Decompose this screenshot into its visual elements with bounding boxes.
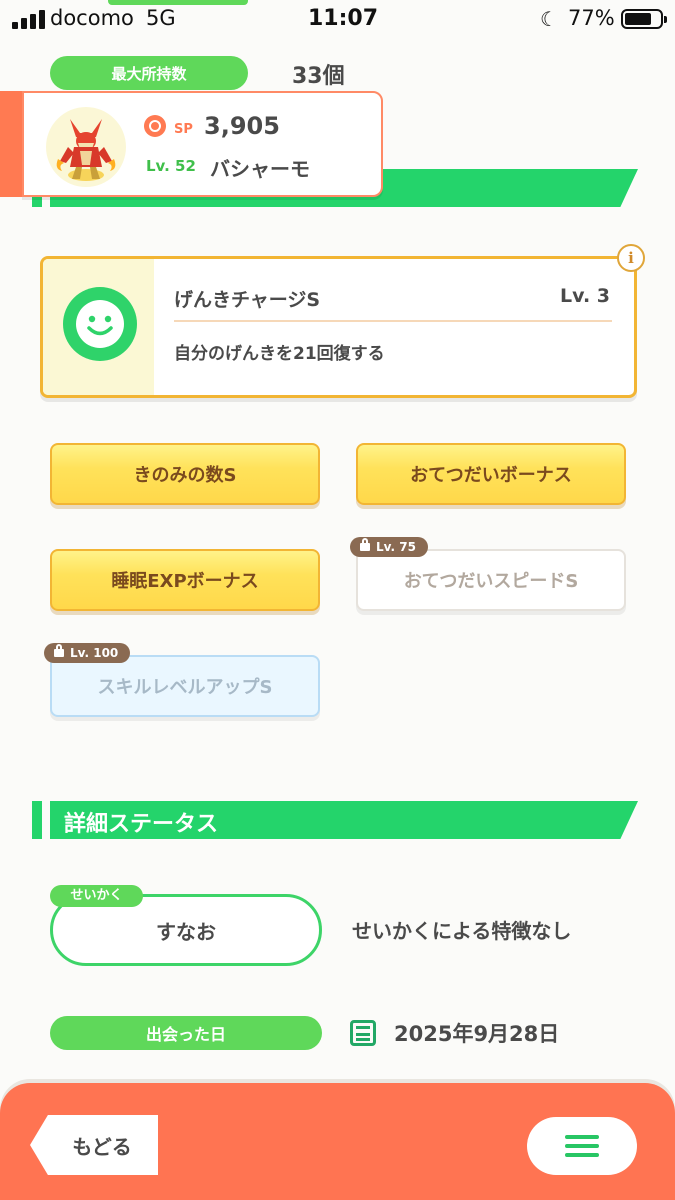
- nature-value: すなお: [156, 919, 216, 944]
- section-title: 詳細ステータス: [64, 812, 219, 837]
- nature-description: せいかくによる特徴なし: [352, 919, 572, 943]
- max-holding-label: 最大所持数: [50, 56, 248, 90]
- main-skill-card[interactable]: げんきチャージS Lv. 3 自分のげんきを21回復する: [40, 256, 637, 398]
- met-date-label: 出会った日: [50, 1016, 322, 1050]
- moon-icon: ☾: [540, 7, 558, 31]
- pokemon-level: Lv. 52: [146, 157, 196, 175]
- battery-fill: [625, 13, 651, 25]
- menu-button[interactable]: [527, 1117, 637, 1175]
- battery-percent: 77%: [568, 6, 615, 30]
- sub-skill-label: おてつだいスピードS: [403, 571, 579, 592]
- locked-sub-skill-button[interactable]: おてつだいスピードS: [356, 549, 626, 611]
- sub-skill-label: スキルレベルアップS: [97, 677, 273, 698]
- battery-icon: [621, 9, 667, 29]
- back-button[interactable]: もどる: [30, 1115, 158, 1175]
- lock-icon: [360, 538, 370, 551]
- network-type: 5G: [146, 6, 176, 30]
- main-skill-level: Lv. 3: [560, 285, 610, 307]
- status-time: 11:07: [308, 6, 379, 31]
- carrier-name: docomo: [50, 6, 134, 30]
- main-skill-description: 自分のげんきを21回復する: [174, 344, 385, 364]
- met-date-value: 2025年9月28日: [394, 1022, 560, 1046]
- max-holding-value: 33個: [292, 64, 345, 89]
- blaziken-icon: [56, 119, 116, 181]
- sp-icon: [144, 115, 166, 137]
- sub-skill-label: きのみの数S: [133, 465, 237, 486]
- unlock-level-badge: Lv. 75: [350, 537, 428, 557]
- unlock-level-badge: Lv. 100: [44, 643, 131, 663]
- pokemon-avatar: [46, 107, 126, 187]
- sp-value: 3,905: [204, 112, 280, 140]
- sub-skill-label: 睡眠EXPボーナス: [111, 571, 259, 592]
- skill-icon-panel: [43, 259, 154, 395]
- pokemon-summary-card[interactable]: SP 3,905 Lv. 52 バシャーモ: [22, 91, 383, 197]
- main-skill-name: げんきチャージS: [174, 289, 321, 311]
- pokemon-name: バシャーモ: [210, 157, 310, 181]
- signal-icon: [12, 10, 45, 29]
- sub-skill-button[interactable]: きのみの数S: [50, 443, 320, 505]
- calendar-icon: [350, 1020, 376, 1046]
- locked-sub-skill-button[interactable]: スキルレベルアップS: [50, 655, 320, 717]
- status-bar: docomo 5G 11:07 ☾ 77%: [0, 0, 675, 40]
- scrolled-element-edge: [108, 0, 248, 5]
- sp-label: SP: [174, 122, 193, 137]
- back-label: もどる: [72, 1134, 132, 1159]
- menu-icon: [565, 1135, 599, 1157]
- sub-skill-label: おてつだいボーナス: [410, 465, 572, 486]
- lock-icon: [54, 644, 64, 657]
- smile-icon: [63, 287, 137, 361]
- divider: [174, 320, 612, 322]
- sub-skill-button[interactable]: おてつだいボーナス: [356, 443, 626, 505]
- info-button[interactable]: i: [617, 244, 645, 272]
- nature-tag: せいかく: [50, 885, 143, 907]
- sub-skill-button[interactable]: 睡眠EXPボーナス: [50, 549, 320, 611]
